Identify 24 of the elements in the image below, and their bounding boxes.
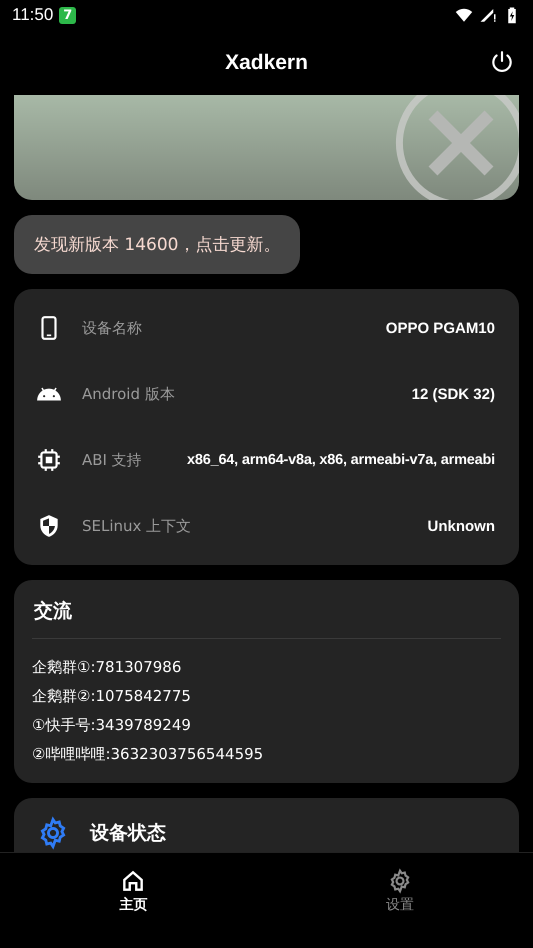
- info-value: Unknown: [428, 518, 495, 534]
- update-notice[interactable]: 发现新版本 14600，点击更新。: [14, 215, 300, 274]
- chip-icon: [36, 447, 62, 473]
- info-label: SELinux 上下文: [82, 516, 192, 536]
- info-label: ABI 支持: [82, 450, 142, 470]
- info-value: x86_64, arm64-v8a, x86, armeabi-v7a, armeabi: [186, 452, 495, 468]
- status-time: 11:50: [12, 5, 54, 25]
- app-title: Xadkern: [225, 50, 308, 74]
- notification-badge: 7: [59, 6, 76, 24]
- info-label: 设备名称: [82, 318, 142, 338]
- info-value: 12 (SDK 32): [412, 386, 495, 402]
- contact-line: 企鹅群②:1075842775: [32, 686, 192, 707]
- nav-item[interactable]: 设置: [266, 853, 533, 948]
- device-status-card[interactable]: 设备状态: [14, 798, 519, 852]
- contact-line: 企鹅群①:781307986: [32, 657, 182, 678]
- contact-line: ②哔哩哔哩:3632303756544595: [32, 744, 264, 765]
- wifi-icon: [455, 6, 473, 24]
- nav-item[interactable]: 主页: [0, 853, 266, 948]
- card-title: 交流: [33, 599, 73, 624]
- contact-line: ①快手号:3439789249: [32, 715, 192, 736]
- card-title: 设备状态: [90, 821, 166, 846]
- info-value: OPPO PGAM10: [386, 320, 495, 336]
- signal-icon: [479, 6, 497, 24]
- info-label: Android 版本: [82, 384, 175, 404]
